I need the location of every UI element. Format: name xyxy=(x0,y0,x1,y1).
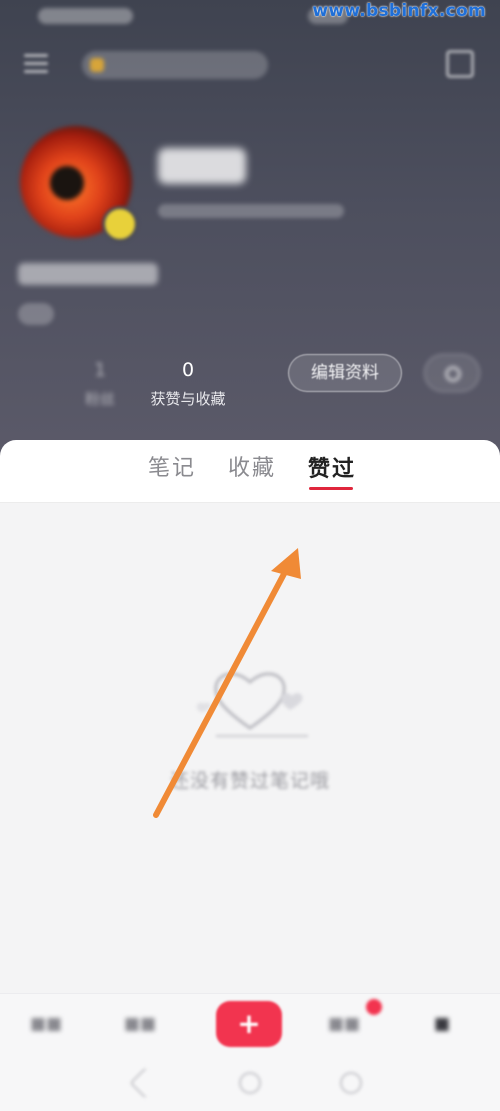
username xyxy=(158,148,246,184)
stat-following[interactable] xyxy=(22,358,56,365)
avatar-badge-icon xyxy=(102,206,138,242)
account-id-pill[interactable] xyxy=(82,51,268,79)
watermark: www.bsbinfx.com xyxy=(312,1,486,21)
stat-followers-label: 粉丝 xyxy=(84,390,115,408)
nav-shop[interactable]: ■■ xyxy=(124,1014,156,1034)
empty-state-message: 还没有赞过笔记哦 xyxy=(169,770,330,792)
user-id xyxy=(158,204,344,218)
bottom-nav: ■■ ■■ + ■■ ■ xyxy=(0,993,500,1056)
tab-notes[interactable]: 笔记 xyxy=(148,454,196,484)
stat-likes-value: 0 xyxy=(181,359,195,381)
stat-followers[interactable]: 1 粉丝 xyxy=(80,358,120,409)
home-circle-icon[interactable] xyxy=(239,1072,261,1094)
profile-tabs: 笔记 收藏 赞过 xyxy=(0,440,500,503)
tab-liked[interactable]: 赞过 xyxy=(308,454,356,484)
message-badge xyxy=(366,999,382,1015)
gear-icon xyxy=(445,366,461,382)
nav-home[interactable]: ■■ xyxy=(30,1014,62,1034)
status-signal-icons xyxy=(38,8,133,24)
recents-icon[interactable] xyxy=(340,1072,362,1094)
stat-likes-label: 获赞与收藏 xyxy=(150,390,226,408)
bio xyxy=(18,263,158,285)
gender-tag xyxy=(18,303,54,325)
settings-button[interactable] xyxy=(424,354,480,392)
stat-likes-and-collects[interactable]: 0 获赞与收藏 xyxy=(142,358,234,409)
empty-heart-icon xyxy=(196,672,308,737)
back-icon[interactable] xyxy=(129,1067,161,1099)
active-tab-indicator xyxy=(309,487,353,490)
nav-messages[interactable]: ■■ xyxy=(328,1014,360,1034)
tab-collections[interactable]: 收藏 xyxy=(228,454,276,484)
menu-icon[interactable] xyxy=(24,54,48,74)
system-nav-bar xyxy=(0,1055,500,1111)
nav-me[interactable]: ■ xyxy=(434,1014,450,1034)
publish-plus-button[interactable]: + xyxy=(216,1001,282,1047)
edit-profile-button[interactable]: 编辑资料 xyxy=(288,354,402,392)
share-icon[interactable] xyxy=(446,50,474,78)
liked-content-area xyxy=(0,503,500,993)
profile-header: 1 粉丝 0 获赞与收藏 编辑资料 xyxy=(0,0,500,460)
stat-followers-value: 1 xyxy=(93,359,107,381)
